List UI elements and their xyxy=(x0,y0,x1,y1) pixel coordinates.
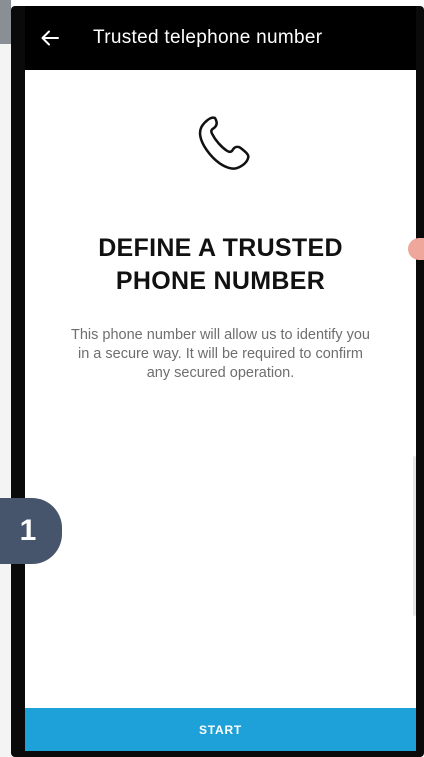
step-badge: 1 xyxy=(0,498,62,564)
description-text: This phone number will allow us to ident… xyxy=(70,327,370,381)
page-left-strip xyxy=(0,0,11,757)
scroll-indicator xyxy=(413,456,416,616)
arrow-left-icon xyxy=(41,30,59,46)
headline: DEFINE A TRUSTED PHONE NUMBER xyxy=(25,232,416,298)
page-title: Trusted telephone number xyxy=(93,27,323,48)
phone-icon xyxy=(198,116,250,170)
start-button[interactable]: START xyxy=(25,708,416,751)
headline-line-1: DEFINE A TRUSTED xyxy=(98,234,343,262)
app-bar: Trusted telephone number xyxy=(25,6,416,70)
headline-line-2: PHONE NUMBER xyxy=(115,267,326,295)
side-dot xyxy=(408,238,424,260)
app-screen: Trusted telephone number DEFINE A TRUSTE… xyxy=(25,6,416,751)
corner-mark xyxy=(0,0,11,44)
back-button[interactable] xyxy=(25,6,75,70)
